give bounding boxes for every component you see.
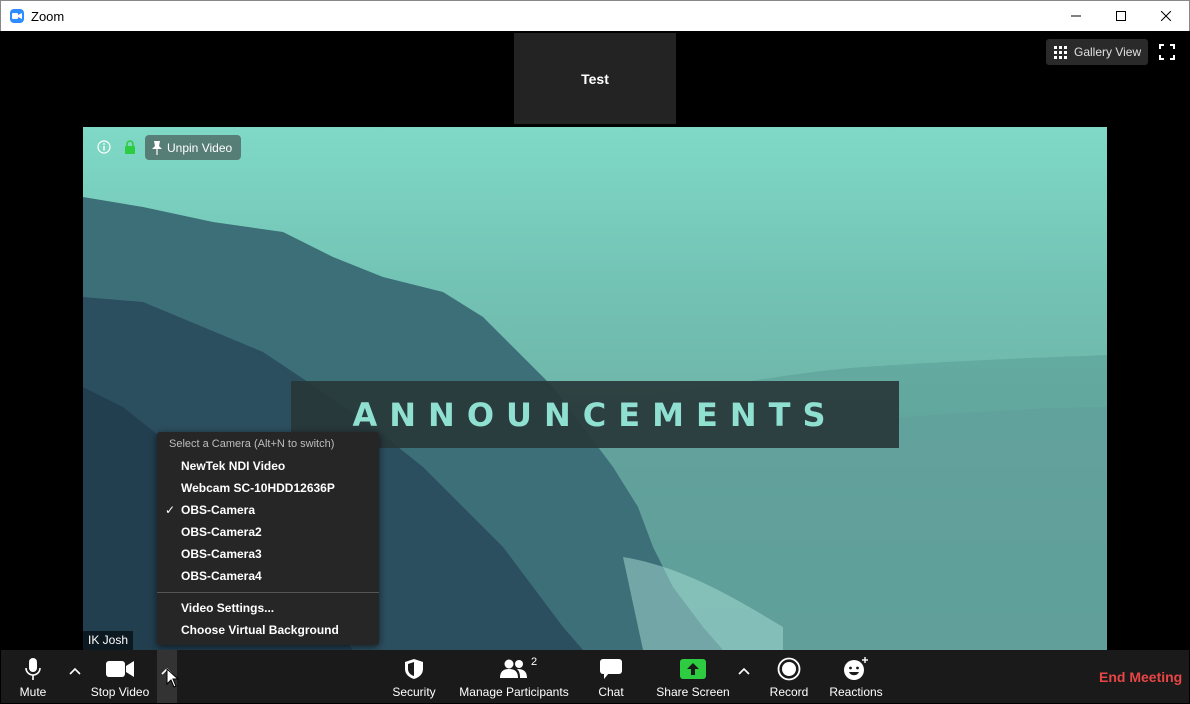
chat-button[interactable]: Chat: [591, 650, 631, 703]
mute-button[interactable]: Mute: [13, 650, 53, 703]
window-title: Zoom: [31, 9, 65, 24]
grid-icon: [1054, 45, 1067, 59]
share-screen-label: Share Screen: [656, 685, 730, 699]
encryption-lock-icon[interactable]: [124, 140, 136, 155]
menu-item-label: OBS-Camera: [181, 503, 256, 517]
security-button[interactable]: Security: [389, 650, 439, 703]
menu-item-virtual-background[interactable]: Choose Virtual Background: [157, 619, 379, 641]
record-label: Record: [769, 685, 809, 699]
maximize-button[interactable]: [1098, 1, 1144, 31]
reactions-label: Reactions: [829, 685, 883, 699]
minimize-icon: [1071, 15, 1081, 17]
manage-participants-button[interactable]: Manage Participants: [459, 650, 569, 703]
minimize-button[interactable]: [1053, 1, 1099, 31]
unpin-video-label: Unpin Video: [167, 140, 233, 155]
menu-item-camera[interactable]: OBS-Camera4: [157, 565, 379, 587]
menu-item-video-settings[interactable]: Video Settings...: [157, 597, 379, 619]
menu-item-camera-selected[interactable]: ✓ OBS-Camera: [157, 499, 379, 521]
menu-item-camera[interactable]: Webcam SC-10HDD12636P: [157, 477, 379, 499]
record-button[interactable]: Record: [767, 650, 811, 703]
banner-text: ANNOUNCEMENTS: [352, 395, 838, 434]
end-meeting-button[interactable]: End Meeting: [1099, 669, 1182, 685]
manage-participants-label: Manage Participants: [459, 685, 569, 699]
pin-icon: [152, 140, 162, 155]
share-screen-button[interactable]: Share Screen: [655, 650, 731, 703]
info-icon[interactable]: [97, 140, 111, 154]
camera-select-menu: Select a Camera (Alt+N to switch) NewTek…: [157, 432, 379, 645]
menu-heading: Select a Camera (Alt+N to switch): [169, 438, 335, 450]
chat-bubble-icon: [600, 659, 622, 679]
stop-video-button[interactable]: Stop Video: [89, 650, 151, 703]
chat-label: Chat: [598, 685, 624, 699]
close-button[interactable]: [1143, 1, 1189, 31]
stop-video-label: Stop Video: [90, 685, 150, 699]
mute-label: Mute: [19, 685, 47, 699]
menu-divider: [157, 592, 379, 593]
participant-thumbnail[interactable]: Test: [514, 33, 676, 124]
thumbnail-name: Test: [581, 70, 609, 87]
zoom-logo-icon: [10, 9, 24, 23]
participant-name-tag: IK Josh: [83, 631, 134, 650]
record-icon: [777, 657, 801, 681]
mouse-cursor-icon: [166, 668, 180, 688]
participant-count-badge: 2: [531, 656, 538, 668]
close-icon: [1161, 11, 1171, 21]
share-options-caret-icon[interactable]: [736, 664, 752, 678]
menu-item-camera[interactable]: NewTek NDI Video: [157, 455, 379, 477]
title-bar: Zoom: [0, 0, 1190, 31]
menu-item-camera[interactable]: OBS-Camera3: [157, 543, 379, 565]
checkmark-icon: ✓: [165, 503, 176, 517]
maximize-icon: [1116, 11, 1126, 21]
reactions-button[interactable]: Reactions: [829, 650, 883, 703]
gallery-view-label: Gallery View: [1074, 45, 1142, 59]
shield-icon: [405, 659, 423, 679]
security-label: Security: [392, 685, 436, 699]
fullscreen-icon: [1159, 44, 1175, 60]
smiley-icon: [844, 657, 868, 680]
fullscreen-button[interactable]: [1159, 44, 1175, 60]
video-camera-icon: [106, 661, 134, 677]
menu-item-camera[interactable]: OBS-Camera2: [157, 521, 379, 543]
unpin-video-button[interactable]: Unpin Video: [145, 135, 241, 160]
share-screen-arrow-icon: [680, 659, 706, 679]
gallery-view-button[interactable]: Gallery View: [1046, 39, 1148, 65]
participants-icon: [500, 659, 527, 678]
microphone-icon: [25, 658, 41, 680]
announcement-banner: ANNOUNCEMENTS: [291, 381, 899, 448]
audio-options-caret-icon[interactable]: [67, 664, 83, 678]
